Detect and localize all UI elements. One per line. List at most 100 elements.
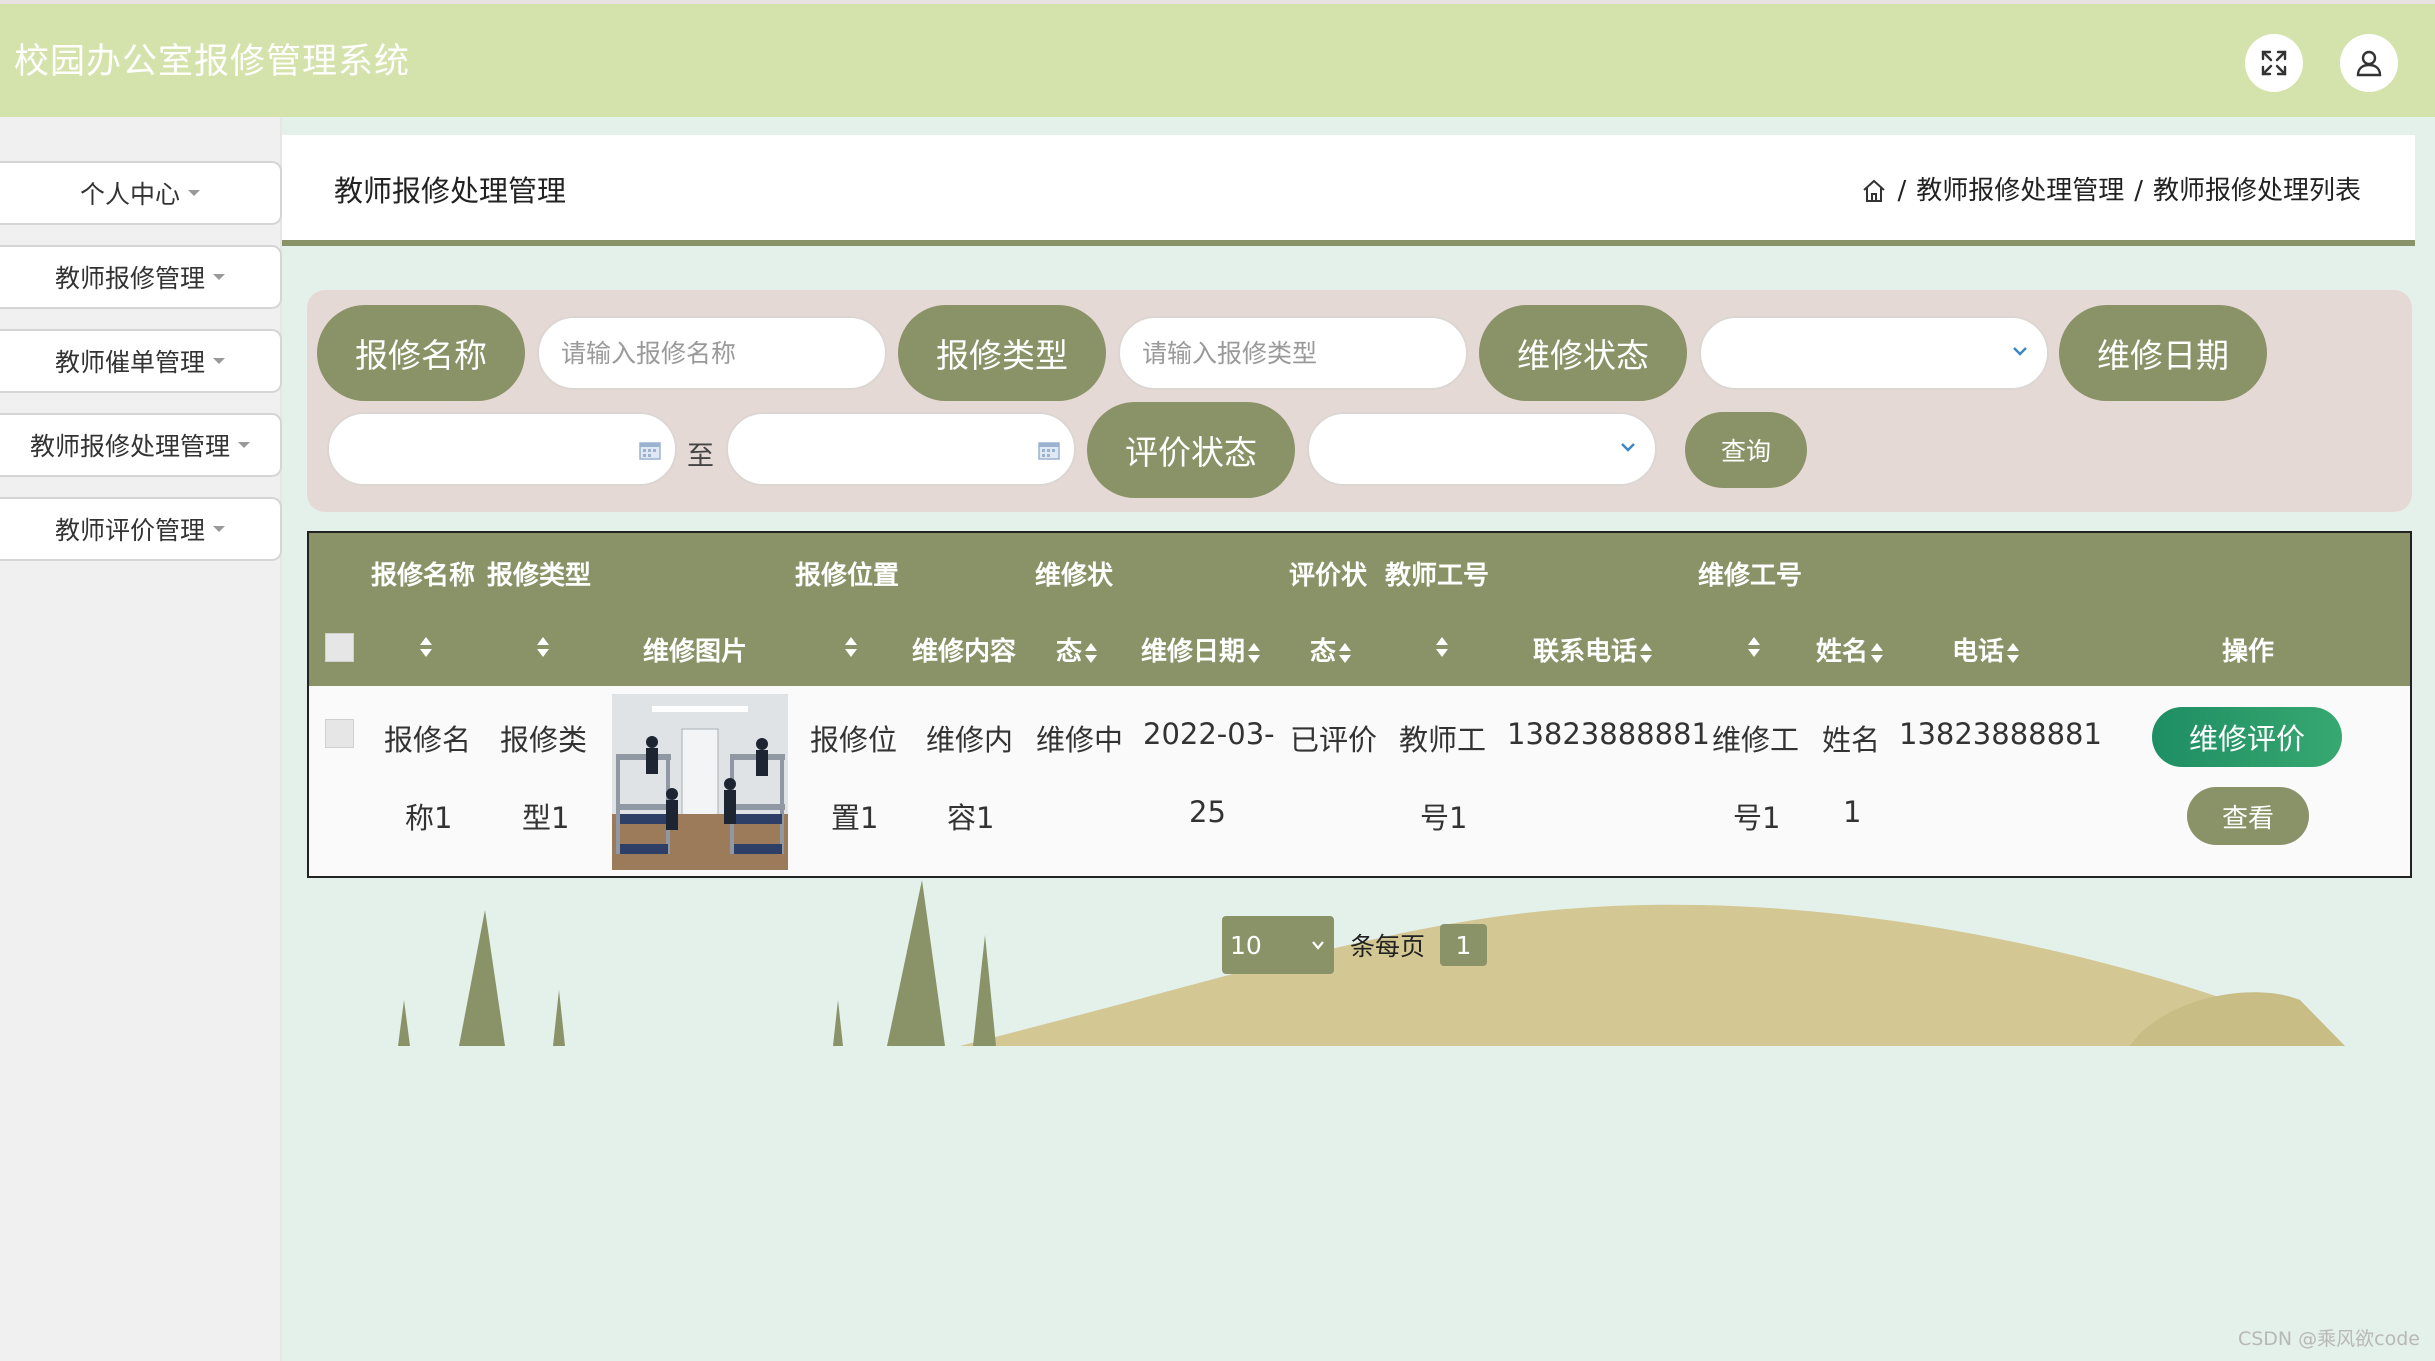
- repair-name-label: 报修名称: [317, 305, 525, 401]
- sort-icon: [537, 636, 549, 657]
- cell-teacher-id-1: 教师工: [1399, 723, 1487, 757]
- cell-worker-id-2: 号1: [1733, 801, 1781, 835]
- th-content: 维修内容: [912, 637, 1017, 667]
- sidebar-item-label: 教师报修管理: [54, 264, 205, 293]
- cell-repair-type-2: 型1: [522, 801, 570, 835]
- select-all-checkbox[interactable]: [325, 633, 354, 662]
- cell-date-2: 25: [1189, 795, 1226, 829]
- sort-icon: [2007, 642, 2020, 663]
- sidebar-item-repair-handling[interactable]: 教师报修处理管理: [0, 413, 282, 477]
- th-actions: 操作: [2222, 637, 2275, 667]
- date-start-field[interactable]: [327, 412, 677, 486]
- sort-status-button[interactable]: 态: [1056, 631, 1098, 668]
- dormitory-photo-image: [612, 694, 788, 870]
- sort-worker-id-button[interactable]: [1745, 631, 1761, 661]
- cell-phone2: 13823888881: [1899, 717, 2102, 751]
- th-status-cont: 态: [1056, 637, 1083, 667]
- repair-status-select[interactable]: [1699, 316, 2049, 390]
- table-header: 报修名称 报修类型 报修位置 维修状 评价状 教师工号 维修工号 维修图片 维修…: [309, 533, 2410, 686]
- cell-name2-1: 姓名: [1822, 723, 1881, 757]
- cell-location-1: 报修位: [810, 723, 898, 757]
- sort-icon: [1748, 636, 1760, 657]
- sort-icon: [1085, 642, 1098, 663]
- calendar-icon[interactable]: [1038, 440, 1060, 460]
- watermark: CSDN @乘风欲code: [2237, 1328, 2420, 1350]
- sort-icon: [420, 636, 432, 657]
- cell-name2-2: 1: [1843, 795, 1862, 829]
- cell-repair-name-1: 报修名: [384, 723, 472, 757]
- sort-teacher-id-button[interactable]: [1433, 631, 1449, 661]
- cell-worker-id-1: 维修工: [1712, 723, 1800, 757]
- user-menu-button[interactable]: [2340, 34, 2398, 92]
- th-evaluation-cont: 态: [1310, 637, 1337, 667]
- sort-phone2-button[interactable]: 电话: [1952, 631, 2020, 668]
- repair-date-label: 维修日期: [2059, 305, 2267, 401]
- sort-icon: [1436, 636, 1448, 657]
- cell-teacher-id-2: 号1: [1420, 801, 1468, 835]
- caret-down-icon: [188, 190, 200, 196]
- row-checkbox[interactable]: [325, 719, 354, 748]
- sort-location-button[interactable]: [842, 631, 858, 661]
- breadcrumb-level1[interactable]: 教师报修处理管理: [1916, 135, 2124, 247]
- sort-name2-button[interactable]: 姓名: [1816, 631, 1884, 668]
- date-end-field[interactable]: [726, 412, 1076, 486]
- breadcrumb-separator: /: [1897, 176, 1907, 206]
- th-date: 维修日期: [1141, 637, 1246, 667]
- sort-phone-button[interactable]: 联系电话: [1533, 631, 1653, 668]
- chevron-down-icon: [1621, 443, 1635, 452]
- cell-evaluation: 已评价: [1290, 723, 1378, 757]
- repair-table: 报修名称 报修类型 报修位置 维修状 评价状 教师工号 维修工号 维修图片 维修…: [307, 531, 2412, 878]
- app-header: 校园办公室报修管理系统: [0, 4, 2435, 117]
- evaluation-status-select[interactable]: [1307, 412, 1657, 486]
- caret-down-icon: [213, 358, 225, 364]
- sort-icon: [1640, 642, 1653, 663]
- sidebar-item-teacher-urge[interactable]: 教师催单管理: [0, 329, 282, 393]
- fullscreen-button[interactable]: [2245, 34, 2303, 92]
- sort-type-button[interactable]: [534, 631, 550, 661]
- repair-name-field[interactable]: [537, 316, 887, 390]
- date-range-to: 至: [687, 441, 714, 472]
- sort-icon: [1871, 642, 1884, 663]
- app-title: 校园办公室报修管理系统: [14, 42, 411, 82]
- th-status: 维修状: [1035, 561, 1114, 591]
- breadcrumb-separator: /: [2134, 176, 2143, 206]
- th-image: 维修图片: [643, 637, 748, 667]
- evaluation-status-label: 评价状态: [1087, 402, 1295, 498]
- page-number-button[interactable]: 1: [1440, 924, 1487, 966]
- sort-date-button[interactable]: 维修日期: [1141, 631, 1261, 668]
- query-button[interactable]: 查询: [1685, 412, 1807, 488]
- page-size-select[interactable]: 10: [1222, 916, 1334, 974]
- calendar-icon[interactable]: [639, 440, 661, 460]
- sidebar-item-teacher-repair[interactable]: 教师报修管理: [0, 245, 282, 309]
- sort-icon: [1339, 642, 1352, 663]
- page-title: 教师报修处理管理: [334, 174, 567, 208]
- sidebar-item-personal-center[interactable]: 个人中心: [0, 161, 282, 225]
- chevron-down-icon: [2013, 347, 2027, 356]
- th-worker-id: 维修工号: [1698, 561, 1803, 591]
- home-icon[interactable]: [1861, 178, 1887, 204]
- sidebar-item-label: 教师催单管理: [54, 348, 205, 377]
- repair-photo[interactable]: [612, 694, 788, 870]
- sort-icon: [845, 636, 857, 657]
- repair-type-field[interactable]: [1118, 316, 1468, 390]
- user-icon: [2356, 50, 2382, 77]
- chevron-down-icon: [1312, 941, 1324, 950]
- sidebar-item-label: 教师评价管理: [54, 516, 205, 545]
- sort-name-button[interactable]: [417, 631, 433, 661]
- breadcrumb-level2: 教师报修处理列表: [2152, 176, 2361, 206]
- sidebar-item-teacher-evaluation[interactable]: 教师评价管理: [0, 497, 282, 561]
- page-title-bar: 教师报修处理管理 / 教师报修处理管理 / 教师报修处理列表: [282, 135, 2415, 246]
- cell-location-2: 置1: [831, 801, 879, 835]
- sort-icon: [1248, 642, 1261, 663]
- repair-type-input[interactable]: [1140, 337, 1438, 369]
- view-button[interactable]: 查看: [2187, 787, 2309, 845]
- th-phone: 联系电话: [1533, 637, 1638, 667]
- per-page-label: 条每页: [1350, 932, 1426, 961]
- cell-repair-name-2: 称1: [405, 801, 453, 835]
- page-size-value: 10: [1230, 930, 1262, 960]
- evaluate-repair-button[interactable]: 维修评价: [2152, 707, 2342, 767]
- sort-evaluation-button[interactable]: 态: [1310, 631, 1352, 668]
- repair-name-input[interactable]: [559, 337, 857, 369]
- cell-repair-type-1: 报修类: [500, 723, 588, 757]
- th-teacher-id: 教师工号: [1385, 561, 1490, 591]
